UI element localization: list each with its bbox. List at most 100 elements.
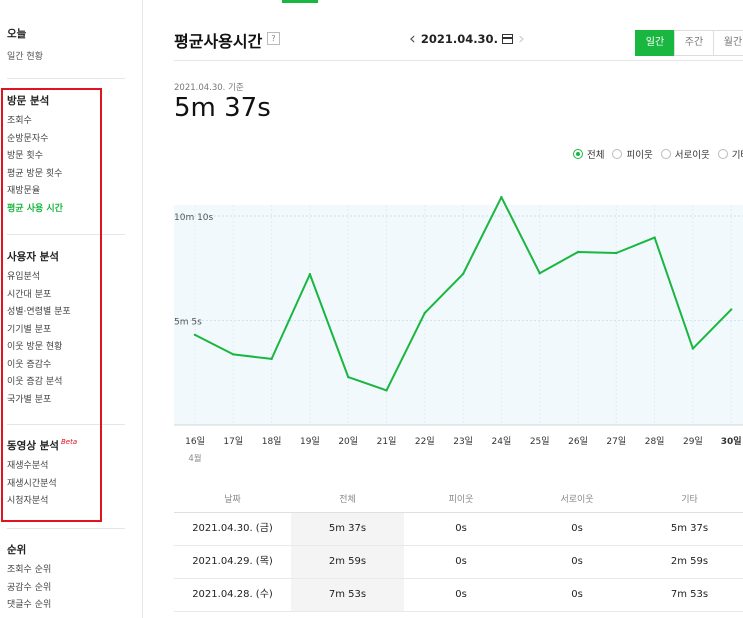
sidebar-rank-list: 조회수 순위 공감수 순위 댓글수 순위 (7, 562, 51, 615)
table-cell: 0s (455, 523, 467, 534)
calendar-icon[interactable] (501, 34, 513, 44)
x-tick-label: 17일 (223, 436, 243, 447)
sidebar-rank-title: 순위 (7, 544, 27, 556)
data-point (691, 347, 695, 350)
period-button[interactable]: 일간 (635, 30, 675, 56)
y-tick-label: 10m 10s (174, 213, 214, 223)
sidebar-section-rank: 순위 조회수 순위 공감수 순위 댓글수 순위 (7, 542, 51, 615)
filter-radio[interactable]: 서로이웃 (660, 147, 710, 161)
sidebar-item[interactable]: 공감수 순위 (7, 580, 51, 598)
x-tick-label: 24일 (492, 436, 512, 447)
radio-circle-icon (573, 149, 583, 159)
x-tick-label: 25일 (530, 436, 550, 447)
current-date: 2021.04.30. (420, 32, 498, 46)
y-tick-label: 5m 5s (174, 318, 202, 328)
table-header: 날짜 전체 피이웃 서로이웃 기타 (174, 488, 743, 513)
x-tick-label: 18일 (262, 436, 282, 447)
divider (7, 78, 125, 79)
data-table: 날짜 전체 피이웃 서로이웃 기타 2021.04.30. (금) 5m 37s 0s 0s 5m… (174, 488, 743, 612)
table-cell: 2021.04.29. (목) (192, 556, 273, 567)
x-tick-label: 30일 (721, 435, 742, 447)
table-cell: 7m 53s (670, 589, 709, 600)
filter-radio-label: 서로이웃 (674, 150, 710, 161)
divider (7, 528, 125, 529)
table-cell: 0s (571, 523, 583, 534)
x-tick-label: 16일 (185, 436, 205, 447)
column-header[interactable]: 서로이웃 (518, 488, 636, 512)
data-point (461, 272, 465, 276)
data-point (385, 389, 388, 392)
data-point (538, 272, 541, 275)
data-point (615, 251, 618, 255)
period-button[interactable]: 월간 (713, 30, 743, 56)
filter-radio[interactable]: 전체 (573, 147, 604, 161)
filter-radio[interactable]: 피이웃 (612, 147, 653, 161)
data-point (500, 195, 503, 199)
filter-radio-label: 전체 (587, 150, 605, 161)
radio-circle-icon (717, 149, 728, 159)
radio-circle-icon (612, 149, 623, 159)
column-header[interactable]: 피이웃 (404, 488, 518, 512)
chevron-right-icon[interactable]: › (518, 30, 525, 48)
data-point (347, 375, 350, 379)
table-row: 2021.04.28. (수) 7m 53s 0s 0s 7m 53s (174, 579, 743, 612)
table-row: 2021.04.29. (목) 2m 59s 0s 0s 2m 59s (174, 546, 743, 579)
column-header[interactable]: 기타 (636, 488, 743, 512)
table-cell: 5m 37s (291, 513, 404, 545)
data-point (308, 273, 312, 276)
x-tick-label: 26일 (568, 436, 588, 447)
page-title: 평균사용시간 (174, 32, 263, 51)
table-cell: 2021.04.30. (금) (192, 523, 273, 534)
header-divider (174, 60, 743, 61)
highlight-box (1, 88, 102, 522)
period-button[interactable]: 주간 (674, 30, 714, 56)
help-icon[interactable]: ? (267, 32, 280, 45)
data-point (423, 311, 426, 315)
line-chart: 10m 10s 5m 5s 16일 17일 18일 19일 20일 21일 22일 23일 24일 2… (174, 195, 743, 464)
x-tick-label: 20일 (338, 436, 358, 447)
table-row: 2021.04.30. (금) 5m 37s 0s 0s 5m 37s (174, 513, 743, 546)
chevron-left-icon[interactable]: ‹ (409, 30, 416, 48)
sidebar: 오늘 일간 현황 방문 분석 조회수 순방문자수 방문 횟수 평균 방문 횟수 재방문율… (0, 0, 143, 618)
sidebar-today-title[interactable]: 오늘 (7, 26, 43, 41)
x-tick-label: 29일 (683, 436, 703, 447)
filter-radio-label: 기타 (731, 150, 743, 161)
plot-background (174, 205, 743, 425)
data-point (730, 308, 733, 311)
data-point (232, 353, 235, 356)
filter-radio[interactable]: 기타 (717, 147, 743, 161)
table-cell: 0s (455, 556, 467, 567)
main-content: 평균사용시간 ? ‹ 2021.04.30. › 일간 주간 월간 2021.04.… (143, 0, 743, 618)
sidebar-item[interactable]: 댓글수 순위 (7, 597, 51, 615)
x-tick-label: 28일 (645, 436, 665, 447)
data-point (270, 357, 273, 361)
filter-radio-label: 피이웃 (626, 150, 653, 161)
basis-date: 2021.04.30. 기준 (174, 83, 244, 93)
data-point (576, 250, 580, 254)
data-point (653, 236, 656, 239)
date-navigator: ‹ 2021.04.30. › (409, 29, 525, 49)
sidebar-item[interactable]: 조회수 순위 (7, 562, 51, 580)
table-cell: 2m 59s (670, 556, 709, 567)
x-tick-label: 19일 (300, 436, 320, 447)
sidebar-section-today: 오늘 일간 현황 (7, 26, 43, 62)
x-tick-label: 27일 (606, 436, 626, 447)
period-toggle: 일간 주간 월간 (635, 30, 743, 56)
table-cell: 0s (571, 556, 583, 567)
column-header[interactable]: 날짜 (174, 488, 291, 512)
column-header[interactable]: 전체 (291, 488, 404, 512)
table-cell: 5m 37s (670, 523, 709, 534)
summary-value: 5m 37s (174, 93, 271, 123)
filter-radio-group: 전체 피이웃 서로이웃 기타 (573, 147, 743, 161)
table-cell: 2021.04.28. (수) (192, 589, 273, 600)
x-tick-label: 23일 (453, 436, 473, 447)
x-tick-label: 21일 (377, 436, 397, 447)
table-cell: 0s (455, 589, 467, 600)
radio-circle-icon (660, 149, 671, 159)
x-group-label: 4월 (188, 453, 201, 464)
data-point (193, 333, 197, 337)
x-tick-label: 22일 (415, 436, 435, 447)
sidebar-item-daily-status[interactable]: 일간 현황 (7, 49, 43, 62)
table-cell: 7m 53s (291, 579, 404, 611)
table-cell: 0s (571, 589, 583, 600)
